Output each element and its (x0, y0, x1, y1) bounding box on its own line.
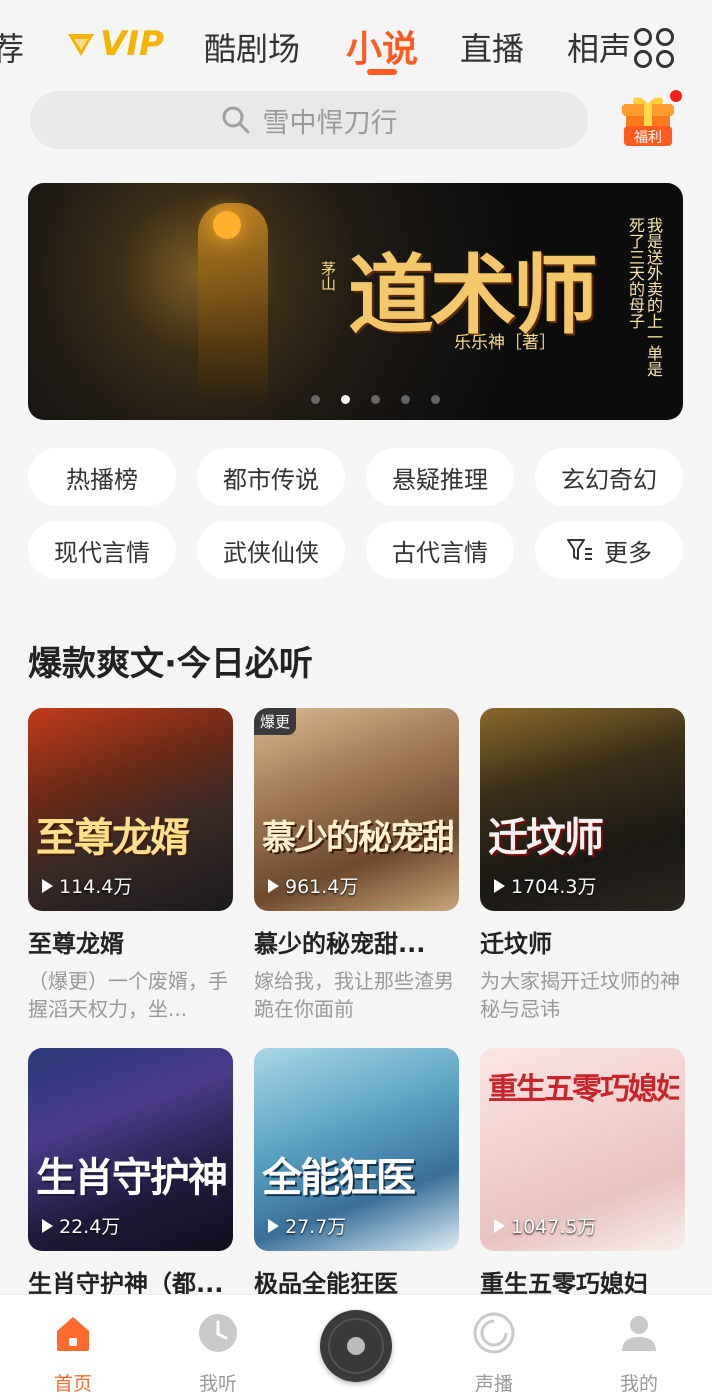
book-card[interactable]: 重生五零巧媳妇 1047.5万 重生五零巧媳妇 (480, 1048, 685, 1299)
clock-icon (199, 1314, 237, 1352)
banner-subtitle: 茅山 (319, 261, 337, 291)
active-tab-indicator (367, 69, 397, 75)
book-description: 嫁给我，我让那些渣男跪在你面前 (254, 969, 454, 1021)
cover-title: 至尊龙婿 (36, 816, 190, 860)
nav-home[interactable]: 首页 (28, 1311, 118, 1396)
gift-label: 福利 (634, 130, 662, 146)
book-card[interactable]: 至尊龙婿 114.4万 至尊龙婿 （爆更）一个废婿，手握滔天权力，坐... (28, 708, 233, 1023)
update-badge: 爆更 (254, 708, 297, 735)
banner-author: 乐乐神［著］ (454, 333, 556, 353)
play-icon (42, 1218, 53, 1233)
banner-glow-art (213, 211, 241, 239)
cover-title: 慕少的秘宠甜妻 (262, 818, 453, 858)
play-icon (494, 878, 505, 893)
all-channels-grid-icon[interactable] (632, 26, 678, 72)
book-cover: 迁坟师 1704.3万 (480, 708, 685, 911)
nav-broadcast-label: 声播 (474, 1373, 513, 1395)
play-icon (268, 878, 279, 893)
filter-icon (567, 539, 592, 560)
book-cover: 爆更 慕少的秘宠甜妻 961.4万 (254, 708, 459, 911)
book-cover: 至尊龙婿 114.4万 (28, 708, 233, 911)
tab-vip[interactable]: VIP (66, 24, 164, 64)
tab-drama[interactable]: 酷剧场 (204, 24, 300, 70)
nav-listening-label: 我听 (198, 1373, 237, 1395)
broadcast-icon (473, 1312, 515, 1354)
tab-recommend[interactable]: 荐 (0, 24, 24, 70)
play-count: 114.4万 (42, 872, 132, 899)
tab-novel[interactable]: 小说 (346, 20, 418, 72)
cover-title: 迁坟师 (488, 816, 604, 860)
top-tab-bar: 荐 VIP 酷剧场 小说 直播 相声 (0, 0, 712, 92)
book-card[interactable]: 生肖守护神 22.4万 生肖守护神（都... (28, 1048, 233, 1299)
notification-dot (670, 90, 682, 102)
book-cover: 全能狂医 27.7万 (254, 1048, 459, 1251)
play-icon (494, 1218, 505, 1233)
pagination-dot (431, 395, 440, 404)
category-wuxia[interactable]: 武侠仙侠 (197, 521, 345, 579)
book-card[interactable]: 爆更 慕少的秘宠甜妻 961.4万 慕少的秘宠甜... 嫁给我，我让那些渣男跪在… (254, 708, 459, 1023)
banner-pagination (28, 395, 683, 404)
tab-crosstalk[interactable]: 相声 (567, 24, 631, 70)
category-fantasy[interactable]: 玄幻奇幻 (535, 448, 683, 506)
play-count: 1047.5万 (494, 1212, 596, 1239)
book-title: 迁坟师 (480, 930, 552, 958)
book-card[interactable]: 全能狂医 27.7万 极品全能狂医 (254, 1048, 459, 1299)
vip-label: VIP (100, 24, 164, 64)
cover-title: 全能狂医 (262, 1156, 416, 1200)
cover-title: 生肖守护神 (36, 1156, 227, 1200)
category-ancient-romance[interactable]: 古代言情 (366, 521, 514, 579)
cover-title: 重生五零巧媳妇 (488, 1072, 679, 1107)
pagination-dot (341, 395, 350, 404)
nav-broadcast[interactable]: 声播 (449, 1311, 539, 1396)
play-icon (268, 1218, 279, 1233)
book-description: （爆更）一个废婿，手握滔天权力，坐... (28, 969, 228, 1021)
pagination-dot (311, 395, 320, 404)
player-disc-button[interactable] (320, 1310, 392, 1382)
nav-home-label: 首页 (53, 1373, 92, 1395)
category-mystery[interactable]: 悬疑推理 (366, 448, 514, 506)
nav-listening[interactable]: 我听 (173, 1311, 263, 1396)
book-title: 慕少的秘宠甜... (254, 930, 426, 958)
pagination-dot (401, 395, 410, 404)
category-urban-legend[interactable]: 都市传说 (197, 448, 345, 506)
promo-banner[interactable]: 茅山 道术师 乐乐神［著］ 我是送外卖的上一单是死了三天的母子 (28, 183, 683, 420)
nav-profile[interactable]: 我的 (594, 1311, 684, 1396)
profile-icon (622, 1316, 656, 1351)
search-placeholder: 雪中悍刀行 (262, 107, 398, 139)
book-description: 为大家揭开迁坟师的神秘与忌讳 (480, 969, 680, 1021)
vip-diamond-icon (68, 34, 94, 56)
banner-tagline: 我是送外卖的上一单是死了三天的母子 (626, 217, 663, 377)
play-count: 1704.3万 (494, 872, 596, 899)
home-icon (57, 1317, 89, 1351)
section-title: 爆款爽文·今日必听 (28, 644, 313, 684)
category-more[interactable]: 更多 (535, 521, 683, 579)
book-cover: 生肖守护神 22.4万 (28, 1048, 233, 1251)
pagination-dot (371, 395, 380, 404)
play-count: 961.4万 (268, 872, 358, 899)
search-bar[interactable]: 雪中悍刀行 (30, 91, 588, 149)
book-cover: 重生五零巧媳妇 1047.5万 (480, 1048, 685, 1251)
nav-profile-label: 我的 (619, 1373, 658, 1395)
category-hot-chart[interactable]: 热播榜 (28, 448, 176, 506)
play-icon (42, 878, 53, 893)
search-icon (222, 106, 249, 134)
tab-live[interactable]: 直播 (460, 24, 524, 70)
book-card[interactable]: 迁坟师 1704.3万 迁坟师 为大家揭开迁坟师的神秘与忌讳 (480, 708, 685, 1023)
player-disc-icon (347, 1337, 365, 1355)
play-count: 22.4万 (42, 1212, 120, 1239)
play-count: 27.7万 (268, 1212, 346, 1239)
category-modern-romance[interactable]: 现代言情 (28, 521, 176, 579)
book-title: 至尊龙婿 (28, 930, 124, 958)
